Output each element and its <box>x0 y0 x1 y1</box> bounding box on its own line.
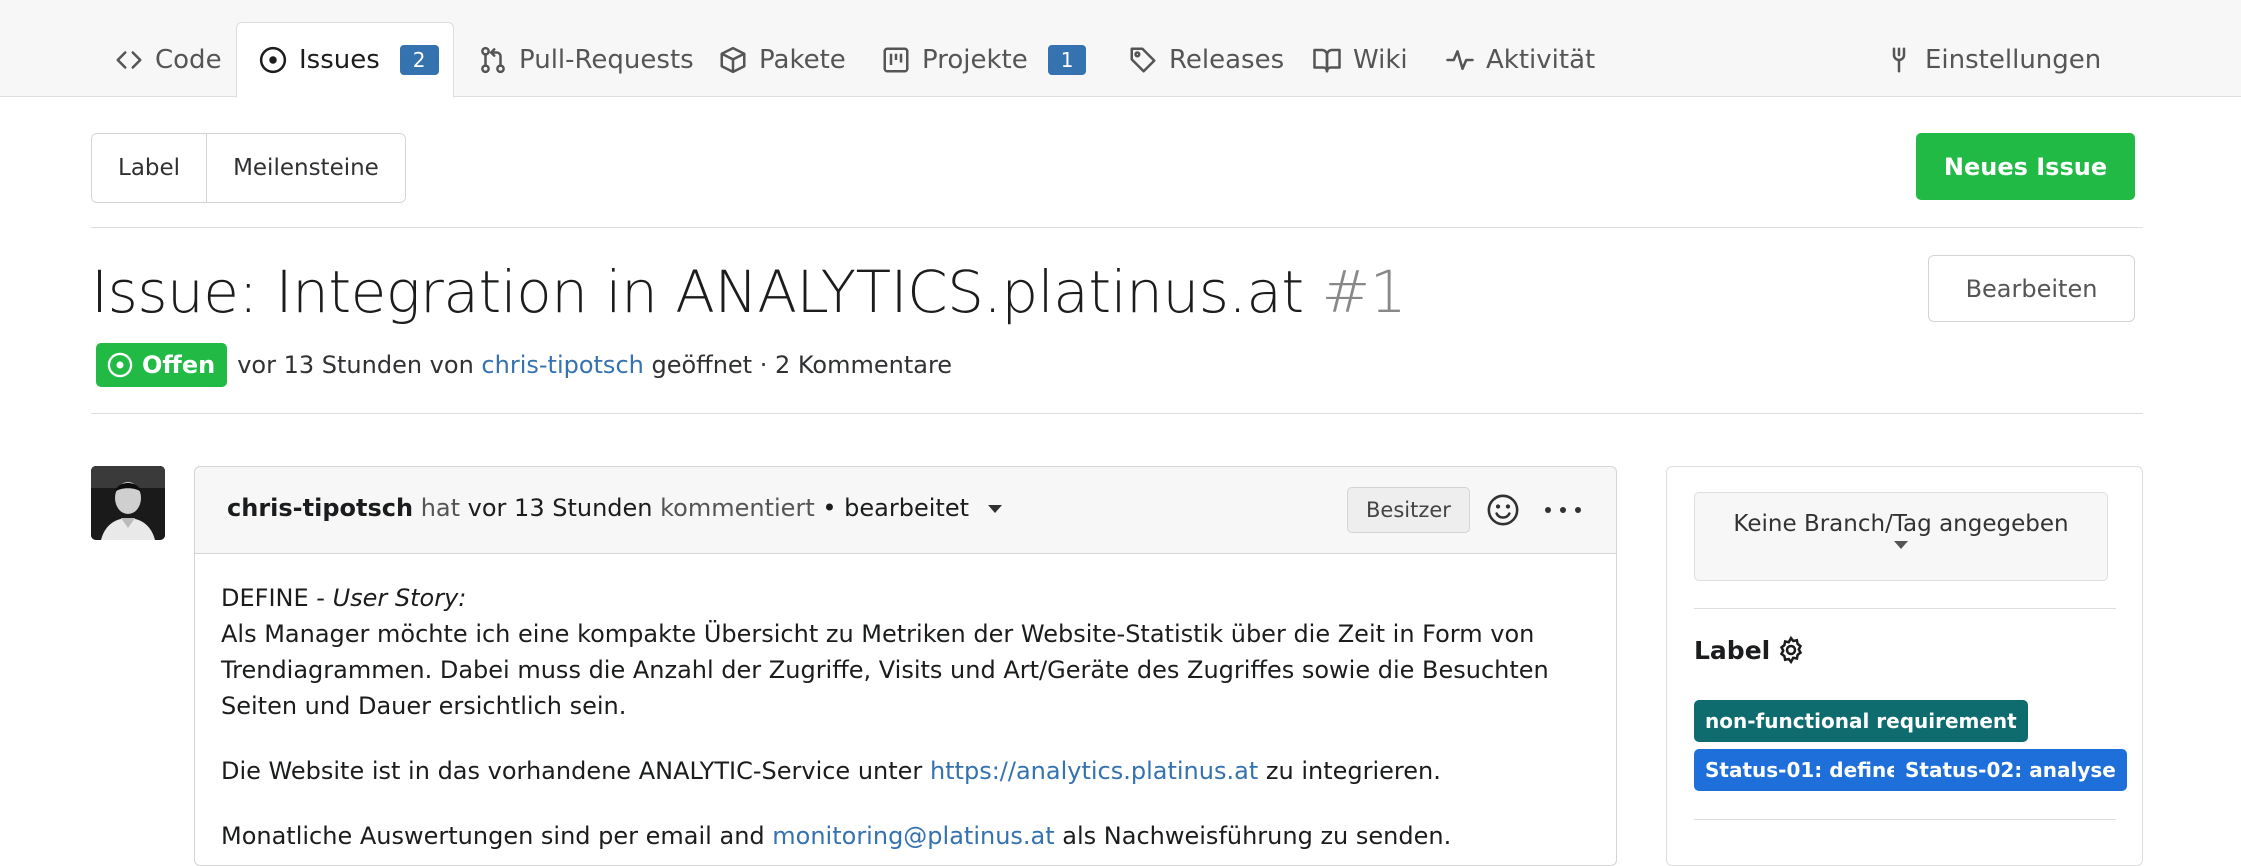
issue-author-link[interactable]: chris-tipotsch <box>481 351 643 379</box>
label-non-functional-requirement[interactable]: non-functional requirement <box>1694 700 2028 742</box>
projects-count-badge: 1 <box>1047 44 1087 75</box>
define-line: DEFINE - User Story: <box>221 580 1586 616</box>
milestones-button[interactable]: Meilensteine <box>206 134 405 202</box>
comment-time: vor 13 Stunden <box>467 494 653 522</box>
caret-down-icon <box>1894 541 1908 549</box>
tools-icon <box>1883 44 1915 76</box>
tab-label: Wiki <box>1353 44 1408 75</box>
divider <box>1694 819 2116 820</box>
edited-dropdown[interactable]: • bearbeitet <box>822 494 969 522</box>
owner-badge: Besitzer <box>1347 487 1470 533</box>
project-icon <box>880 44 912 76</box>
tab-packages[interactable]: Pakete <box>717 22 846 97</box>
issue-opened-icon <box>257 44 289 76</box>
tab-settings[interactable]: Einstellungen <box>1883 22 2101 97</box>
tab-projects[interactable]: Projekte 1 <box>880 22 1087 97</box>
branch-tag-dropdown[interactable]: Keine Branch/Tag angegeben <box>1694 492 2108 581</box>
issue-title: Issue: Integration in ANALYTICS.platinus… <box>91 258 1407 326</box>
issue-state-label: Offen <box>96 343 228 387</box>
tab-wiki[interactable]: Wiki <box>1311 22 1408 97</box>
tab-issues[interactable]: Issues 2 <box>236 22 454 98</box>
issue-sidebar: Keine Branch/Tag angegeben Label non-fun… <box>1666 466 2143 866</box>
meta-suffix: geöffnet · 2 Kommentare <box>651 351 953 379</box>
code-icon <box>113 44 145 76</box>
branch-tag-dropdown-text: Keine Branch/Tag angegeben <box>1733 511 2069 537</box>
tab-label: Pakete <box>759 44 846 75</box>
comment-hat: hat <box>420 494 461 522</box>
chevron-down-icon[interactable] <box>987 504 1003 514</box>
divider <box>91 413 2143 414</box>
tab-label: Releases <box>1169 44 1285 75</box>
p2-prefix: Die Website ist in das vorhandene ANALYT… <box>221 757 923 785</box>
tab-label: Aktivität <box>1486 44 1596 75</box>
comment-byline: chris-tipotsch hat vor 13 Stunden kommen… <box>227 494 1003 522</box>
issue-nav-buttons: Label Meilensteine <box>91 133 406 203</box>
tab-label: Pull-Requests <box>519 44 694 75</box>
gear-icon[interactable] <box>1776 635 1806 665</box>
tab-code[interactable]: Code <box>113 22 222 97</box>
divider <box>91 227 2143 228</box>
comment-header: chris-tipotsch hat vor 13 Stunden kommen… <box>195 467 1616 554</box>
p2-suffix: zu integrieren. <box>1265 757 1441 785</box>
comment-author[interactable]: chris-tipotsch <box>227 494 413 522</box>
issue-opened-icon <box>107 352 133 378</box>
labels-button[interactable]: Label <box>92 134 207 202</box>
label-status-analyse[interactable]: Status-02: analyse <box>1894 749 2127 791</box>
issue-title-text: Issue: Integration in ANALYTICS.platinus… <box>91 258 1304 326</box>
tab-activity[interactable]: Aktivität <box>1444 22 1595 97</box>
pulse-icon <box>1444 44 1476 76</box>
tag-icon <box>1127 44 1159 76</box>
tab-label: Issues <box>299 45 380 75</box>
issue-meta: Offen vor 13 Stunden von chris-tipotsch … <box>96 343 952 387</box>
meta-prefix: vor 13 Stunden von <box>237 351 474 379</box>
issue-state-text: Offen <box>142 351 216 379</box>
tab-label: Code <box>155 44 222 75</box>
book-icon <box>1311 44 1343 76</box>
more-options-icon[interactable] <box>1545 493 1581 527</box>
integration-paragraph: Die Website ist in das vorhandene ANALYT… <box>221 753 1586 789</box>
labels-heading: Label <box>1694 635 1806 665</box>
tab-label: Projekte <box>922 44 1028 75</box>
labels-heading-text: Label <box>1694 635 1771 665</box>
comment-action: kommentiert <box>660 494 815 522</box>
git-pull-request-icon <box>477 44 509 76</box>
issue-number: #1 <box>1321 258 1407 326</box>
package-icon <box>717 44 749 76</box>
tab-releases[interactable]: Releases <box>1127 22 1284 97</box>
divider <box>1694 608 2116 609</box>
tab-label: Einstellungen <box>1925 44 2102 75</box>
label-status-define[interactable]: Status-01: define <box>1694 749 1911 791</box>
reporting-paragraph: Monatliche Auswertungen sind per email a… <box>221 818 1586 854</box>
tab-pull-requests[interactable]: Pull-Requests <box>477 22 694 97</box>
edit-title-button[interactable]: Bearbeiten <box>1928 255 2135 322</box>
analytics-link[interactable]: https://analytics.platinus.at <box>930 757 1258 785</box>
define-prefix: DEFINE - <box>221 584 333 612</box>
comment-body: DEFINE - User Story: Als Manager möchte … <box>195 580 1616 854</box>
define-user-story: User Story: <box>332 584 467 612</box>
issue-comment: chris-tipotsch hat vor 13 Stunden kommen… <box>194 466 1617 866</box>
add-reaction-icon[interactable] <box>1486 493 1520 527</box>
issues-count-badge: 2 <box>399 45 439 75</box>
repo-tab-bar: Code Issues 2 Pull-Requests Pakete Proje… <box>0 0 2241 98</box>
new-issue-button[interactable]: Neues Issue <box>1916 133 2135 200</box>
avatar[interactable] <box>91 466 165 540</box>
user-story-text: Als Manager möchte ich eine kompakte Übe… <box>221 620 1549 720</box>
